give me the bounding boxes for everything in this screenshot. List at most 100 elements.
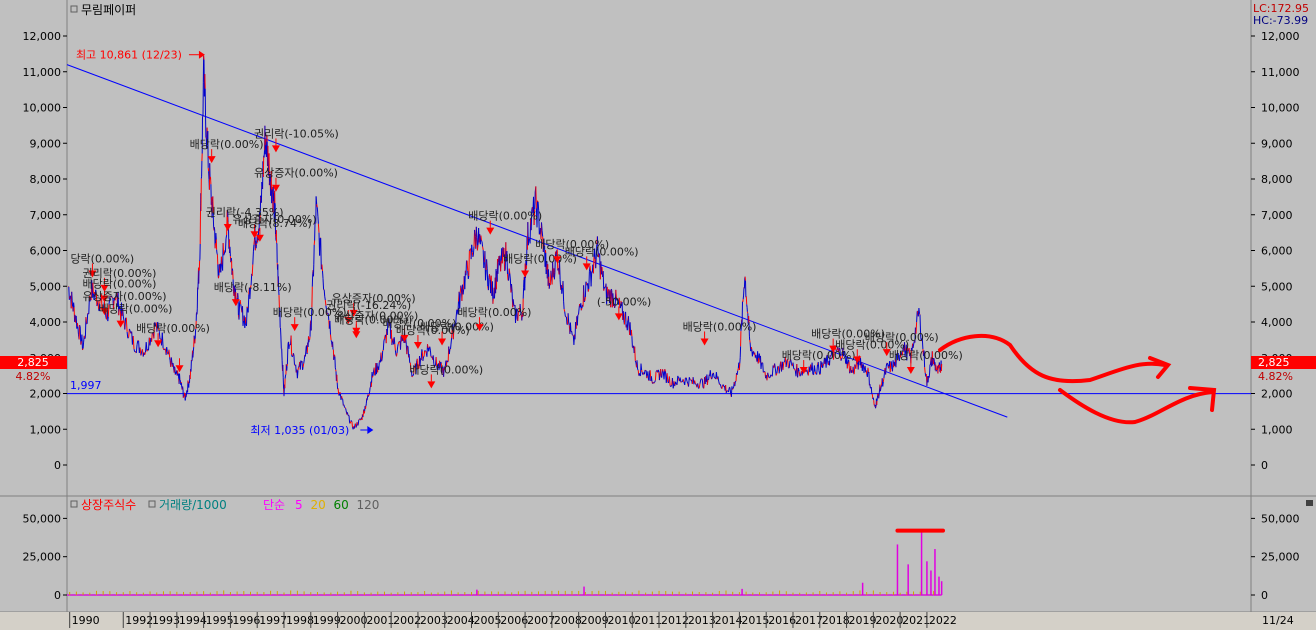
price-segment — [482, 246, 484, 251]
price-segment — [489, 274, 491, 280]
price-segment — [640, 363, 643, 371]
price-segment — [885, 366, 887, 375]
y-tick-label-left: 6,000 — [30, 245, 62, 258]
y-tick-label-left: 5,000 — [30, 280, 62, 293]
price-segment — [732, 388, 734, 390]
price-segment — [654, 371, 657, 381]
y-tick-label-left: 12,000 — [23, 30, 62, 43]
price-segment — [636, 360, 639, 370]
pct-marker-left: 4.82% — [16, 370, 51, 383]
right-footer-date: 11/24 — [1262, 614, 1294, 627]
price-segment — [251, 264, 254, 276]
price-segment — [890, 361, 893, 370]
price-segment — [68, 298, 71, 300]
price-segment — [584, 296, 586, 301]
price-segment — [406, 345, 408, 355]
price-segment — [481, 241, 484, 247]
price-segment — [396, 352, 398, 357]
price-segment — [396, 346, 399, 353]
event-marker-label: 배당락(-8.11%) — [214, 281, 292, 294]
hc-label: HC:-73.99 — [1253, 14, 1308, 27]
price-segment — [814, 371, 817, 375]
vol-tick-label-right: 50,000 — [1261, 512, 1300, 525]
x-tick-label: 1994 — [179, 614, 207, 627]
price-segment — [688, 377, 691, 380]
price-segment — [757, 357, 760, 364]
price-segment — [537, 200, 539, 203]
price-segment — [135, 344, 138, 354]
x-tick-label: 2008 — [554, 614, 582, 627]
price-segment — [168, 349, 171, 358]
close-panel-icon[interactable] — [1306, 500, 1313, 506]
price-segment — [648, 370, 651, 381]
price-segment — [163, 348, 165, 351]
price-chart[interactable]: 무림페이퍼 LC:172.95 HC:-73.99 01,0002,0003,0… — [0, 0, 1316, 630]
event-marker-label: 배당락(0.00%) — [458, 306, 532, 319]
price-segment — [344, 407, 346, 409]
x-tick-label: 2004 — [447, 614, 475, 627]
price-segment — [583, 285, 585, 302]
price-segment — [350, 420, 353, 422]
price-segment — [799, 374, 802, 377]
price-segment — [239, 300, 242, 305]
price-segment — [222, 243, 225, 256]
price-segment — [246, 306, 249, 309]
price-segment — [487, 277, 490, 291]
price-segment — [713, 376, 716, 379]
price-segment — [381, 350, 384, 359]
price-segment — [68, 286, 70, 300]
price-segment — [85, 317, 87, 324]
price-segment — [725, 390, 728, 393]
x-tick-label: 1996 — [232, 614, 260, 627]
price-segment — [584, 281, 587, 298]
price-segment — [471, 244, 473, 253]
price-segment — [701, 379, 704, 388]
price-segment — [637, 369, 639, 371]
price-segment — [623, 313, 626, 325]
price-segment — [888, 365, 890, 369]
price-segment — [76, 322, 79, 327]
price-segment — [590, 271, 593, 287]
event-marker-label: 배당락(0.00%) — [865, 331, 939, 344]
price-segment — [848, 361, 851, 374]
price-segment — [358, 418, 360, 421]
price-segment — [695, 383, 697, 385]
price-segment — [650, 376, 653, 382]
price-segment — [475, 226, 478, 238]
price-segment — [737, 368, 739, 371]
event-marker-label: 배당락(0.00%) — [468, 210, 542, 223]
price-segment — [167, 353, 169, 355]
price-segment — [224, 238, 227, 253]
price-segment — [320, 237, 322, 270]
price-segment — [562, 280, 565, 302]
price-segment — [293, 354, 295, 365]
price-segment — [220, 256, 223, 265]
price-segment — [397, 341, 400, 345]
price-segment — [755, 354, 757, 359]
price-segment — [728, 388, 730, 393]
price-segment — [382, 349, 384, 352]
price-segment — [472, 254, 474, 258]
price-segment — [81, 334, 83, 351]
price-segment — [381, 358, 383, 362]
y-tick-label-left: 11,000 — [23, 66, 62, 79]
price-segment — [865, 370, 868, 375]
price-segment — [658, 373, 661, 381]
price-segment — [770, 374, 772, 376]
volume-legend-item: 상장주식수 — [81, 498, 136, 512]
price-segment — [512, 299, 515, 306]
price-segment — [664, 369, 666, 372]
price-segment — [324, 296, 326, 301]
price-segment — [734, 380, 736, 387]
event-marker-label: 배당락(0.00%) — [99, 303, 173, 316]
price-segment — [760, 362, 763, 370]
price-marker-left: 2,825 — [17, 356, 49, 369]
price-segment — [462, 289, 465, 295]
price-segment — [879, 387, 882, 392]
y-tick-label-right: 11,000 — [1261, 66, 1300, 79]
price-segment — [571, 330, 573, 335]
price-segment — [634, 360, 637, 363]
volume-legend-item: 5 — [295, 498, 303, 512]
price-segment — [553, 272, 556, 280]
x-tick-label: 2022 — [929, 614, 957, 627]
